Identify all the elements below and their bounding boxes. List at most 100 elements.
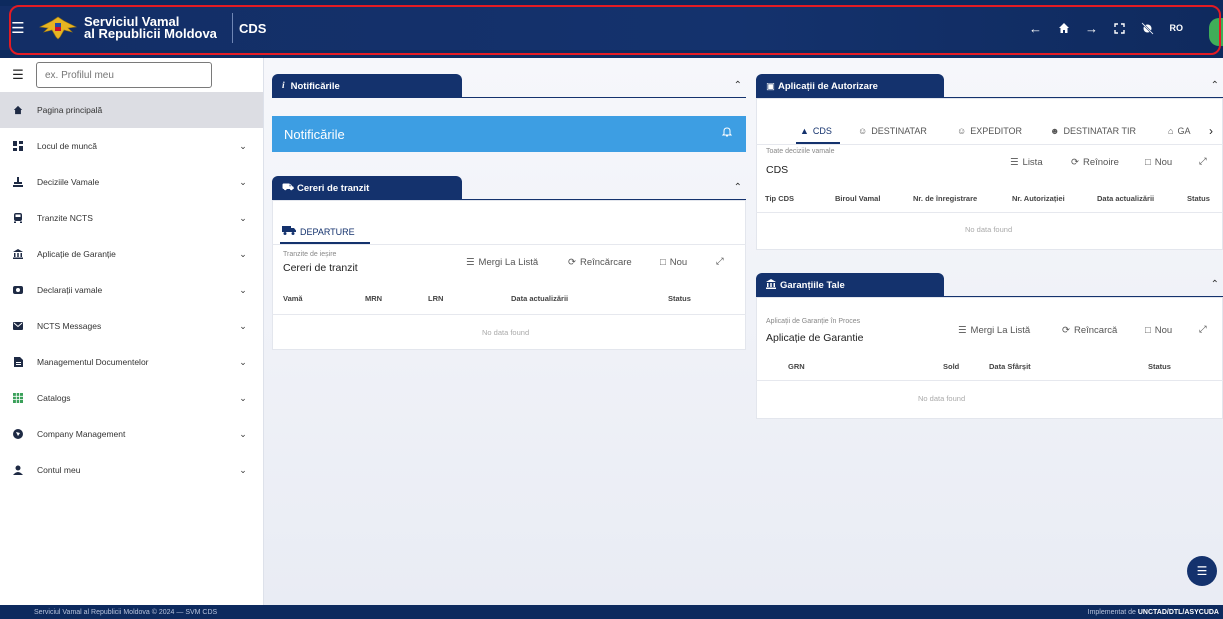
collapse-icon[interactable]: ⌃ bbox=[734, 80, 742, 91]
divider bbox=[756, 212, 1223, 213]
arrow-right-icon[interactable]: → bbox=[1080, 16, 1104, 40]
reload-button[interactable]: ⟳ Reînoire bbox=[1071, 157, 1119, 168]
language-selector[interactable]: RO bbox=[1170, 23, 1184, 33]
empty-message: No data found bbox=[965, 225, 1013, 234]
auth-tab: ▣ Aplicații de Autorizare bbox=[756, 74, 944, 98]
tab-cds[interactable]: ▲ CDS bbox=[800, 126, 832, 136]
new-button[interactable]: □ Nou bbox=[1145, 157, 1172, 168]
sidebar-item-catalogs[interactable]: Catalogs ⌄ bbox=[0, 380, 263, 416]
collapse-icon[interactable]: ⌃ bbox=[734, 182, 742, 193]
new-button[interactable]: □ Nou bbox=[660, 257, 687, 268]
section-title: Cereri de tranzit bbox=[283, 262, 358, 274]
reload-button[interactable]: ⟳ Reîncarcă bbox=[1062, 325, 1117, 336]
tab-destinatar[interactable]: ☺ DESTINATAR bbox=[858, 126, 927, 136]
column-header[interactable]: Tip CDS bbox=[765, 194, 794, 203]
sidebar-item-label: Aplicație de Garanție bbox=[37, 249, 116, 259]
section-title: Aplicație de Garantie bbox=[766, 332, 864, 344]
chevron-down-icon: ⌄ bbox=[239, 320, 247, 331]
collapse-icon[interactable]: ⌃ bbox=[1211, 80, 1219, 91]
tab-destinatar-tir[interactable]: ☻ DESTINATAR TIR bbox=[1050, 126, 1136, 136]
reload-icon: ⟳ bbox=[568, 257, 576, 268]
list-button[interactable]: ☰ Mergi La Listă bbox=[466, 257, 538, 268]
new-doc-icon: □ bbox=[1145, 157, 1151, 168]
column-header[interactable]: Biroul Vamal bbox=[835, 194, 880, 203]
sidebar-item-label: Company Management bbox=[37, 429, 126, 439]
arrow-left-icon[interactable]: ← bbox=[1024, 16, 1048, 40]
fullscreen-icon[interactable] bbox=[1108, 16, 1132, 40]
guarantee-tab: Garanțiile Tale bbox=[756, 273, 944, 297]
guarantee-panel bbox=[756, 297, 1223, 419]
chevron-down-icon: ⌄ bbox=[239, 428, 247, 439]
expand-icon[interactable]: ⤢ bbox=[716, 256, 724, 267]
chevron-down-icon: ⌄ bbox=[239, 140, 247, 151]
sidebar-item-company-management[interactable]: Company Management ⌄ bbox=[0, 416, 263, 452]
section-subtitle: Tranzite de ieșire bbox=[283, 251, 337, 258]
sidebar-item-customs-decisions[interactable]: Deciziile Vamale ⌄ bbox=[0, 164, 263, 200]
section-subtitle: Toate deciziile vamale bbox=[766, 148, 835, 155]
brand-divider bbox=[232, 13, 233, 43]
column-header[interactable]: Status bbox=[1187, 194, 1210, 203]
sidebar-item-label: Contul meu bbox=[37, 465, 81, 475]
list-button[interactable]: ☰ Lista bbox=[1010, 157, 1043, 168]
sidebar-item-label: Deciziile Vamale bbox=[37, 177, 100, 187]
reload-button[interactable]: ⟳ Reîncărcare bbox=[568, 257, 632, 268]
notif-banner[interactable]: Notificările bbox=[272, 116, 746, 152]
new-button[interactable]: □ Nou bbox=[1145, 325, 1172, 336]
sidebar-item-ncts-transit[interactable]: Tranzite NCTS ⌄ bbox=[0, 200, 263, 236]
sidebar-item-my-account[interactable]: Contul meu ⌄ bbox=[0, 452, 263, 488]
sidebar-item-label: Managementul Documentelor bbox=[37, 357, 149, 367]
search-input[interactable] bbox=[36, 62, 212, 88]
home-icon[interactable] bbox=[1052, 16, 1076, 40]
reload-icon: ⟳ bbox=[1062, 325, 1070, 336]
sidebar-item-label: Tranzite NCTS bbox=[37, 213, 93, 223]
tab-expeditor[interactable]: ☺ EXPEDITOR bbox=[957, 126, 1022, 136]
chevron-down-icon: ⌄ bbox=[239, 176, 247, 187]
sidebar-item-customs-declarations[interactable]: Declarații vamale ⌄ bbox=[0, 272, 263, 308]
expand-icon[interactable]: ⤢ bbox=[1199, 324, 1207, 335]
no-access-icon[interactable] bbox=[1136, 16, 1160, 40]
sidebar-item-document-management[interactable]: Managementul Documentelor ⌄ bbox=[0, 344, 263, 380]
sidebar-item-home[interactable]: Pagina principală bbox=[0, 92, 263, 128]
divider bbox=[756, 380, 1223, 381]
sidebar-item-label: Declarații vamale bbox=[37, 285, 103, 295]
column-header[interactable]: MRN bbox=[365, 294, 382, 303]
new-doc-icon: □ bbox=[1145, 325, 1151, 336]
list-icon: ☰ bbox=[958, 325, 967, 336]
notif-tab: i Notificările bbox=[272, 74, 462, 98]
sidebar-toggle-icon[interactable]: ☰ bbox=[0, 67, 36, 83]
transit-tab: ⛟ Cereri de tranzit bbox=[272, 176, 462, 200]
home-icon bbox=[0, 105, 36, 115]
grid-icon bbox=[0, 393, 36, 403]
column-header[interactable]: Nr. de înregistrare bbox=[913, 194, 977, 203]
truck-icon: ⛟ bbox=[282, 182, 294, 193]
customs-icon bbox=[0, 285, 36, 295]
column-header[interactable]: Vamă bbox=[283, 294, 303, 303]
avatar[interactable] bbox=[1209, 18, 1223, 46]
column-header[interactable]: Sold bbox=[943, 362, 959, 371]
mail-icon bbox=[0, 322, 36, 330]
chevron-right-icon[interactable]: › bbox=[1209, 124, 1213, 138]
user-icon bbox=[0, 465, 36, 475]
tab-ga[interactable]: ⌂ GA bbox=[1168, 126, 1190, 136]
sidebar-item-workplace[interactable]: Locul de muncă ⌄ bbox=[0, 128, 263, 164]
floating-menu-button[interactable]: ☰ bbox=[1187, 556, 1217, 586]
expand-icon[interactable]: ⤢ bbox=[1199, 156, 1207, 167]
chevron-down-icon: ⌄ bbox=[239, 212, 247, 223]
column-header[interactable]: Nr. Autorizației bbox=[1012, 194, 1065, 203]
column-header[interactable]: Data Sfârșit bbox=[989, 362, 1031, 371]
column-header[interactable]: Data actualizării bbox=[511, 294, 568, 303]
column-header[interactable]: Status bbox=[1148, 362, 1171, 371]
sidebar-item-guarantee-application[interactable]: Aplicație de Garanție ⌄ bbox=[0, 236, 263, 272]
column-header[interactable]: Status bbox=[668, 294, 691, 303]
column-header[interactable]: LRN bbox=[428, 294, 443, 303]
sidebar-item-label: NCTS Messages bbox=[37, 321, 102, 331]
tab-departure[interactable]: DEPARTURE bbox=[282, 226, 355, 237]
collapse-icon[interactable]: ⌃ bbox=[1211, 279, 1219, 290]
column-header[interactable]: GRN bbox=[788, 362, 805, 371]
list-button[interactable]: ☰ Mergi La Listă bbox=[958, 325, 1030, 336]
sidebar-item-ncts-messages[interactable]: NCTS Messages ⌄ bbox=[0, 308, 263, 344]
menu-icon[interactable]: ☰ bbox=[0, 19, 36, 37]
user-icon: ☺ bbox=[858, 126, 868, 136]
column-header[interactable]: Data actualizării bbox=[1097, 194, 1154, 203]
sidebar: ☰ Pagina principală Locul de muncă ⌄ Dec… bbox=[0, 58, 264, 605]
